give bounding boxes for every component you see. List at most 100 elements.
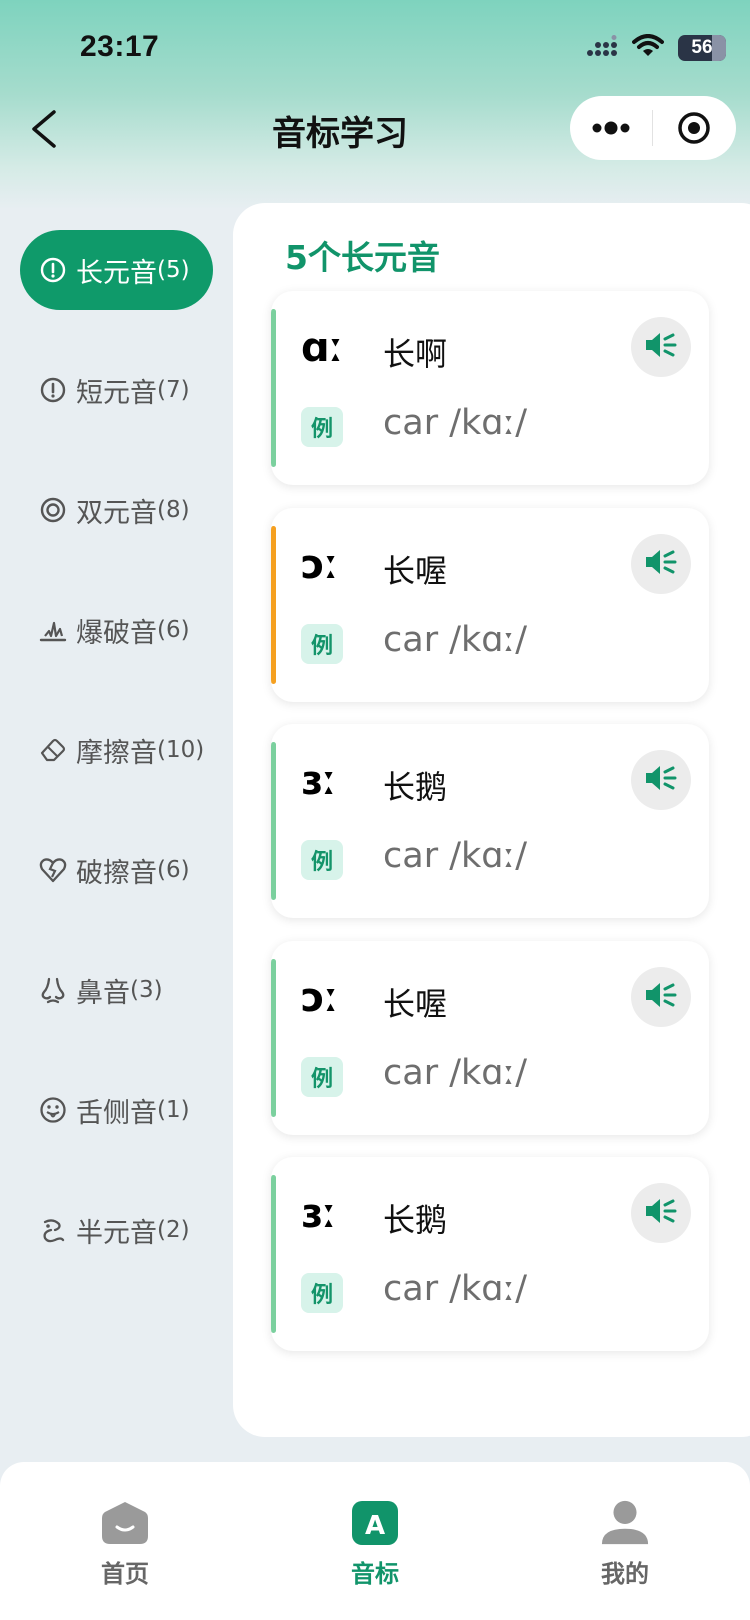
phonetic-name: 长喔 <box>383 984 448 1023</box>
close-mini-program-button[interactable] <box>653 96 735 160</box>
sidebar-item-label: 破擦音 <box>76 857 157 889</box>
sidebar-item-1[interactable]: 短元音 (7) <box>20 350 213 430</box>
battery-indicator: 56 <box>678 35 726 61</box>
play-sound-button[interactable] <box>631 966 691 1027</box>
phonetic-name: 长鹅 <box>383 768 448 806</box>
more-button[interactable] <box>570 96 652 160</box>
phonetic-symbol: ɑː <box>301 325 344 371</box>
phonetic-symbol: ɔː <box>301 974 339 1021</box>
sidebar-item-6[interactable]: 鼻音 (3) <box>20 950 213 1030</box>
phonetic-name: 长喔 <box>383 551 448 590</box>
sidebar-item-label: 舌侧音 <box>76 1097 157 1129</box>
example-tag: 例 <box>301 407 343 447</box>
tab-phonetics-label: 音标 <box>351 1560 399 1588</box>
phonetic-card[interactable]: ɜː 长鹅例 car /kɑː/ <box>271 1157 709 1351</box>
play-sound-button[interactable] <box>631 533 691 594</box>
content-panel: 5个长元音 ɑː 长啊例 car /kɑː/ɔː 长喔例 car /kɑː/ɜː 长鹅例 c… <box>233 203 750 1437</box>
card-accent-bar <box>271 525 276 684</box>
example-text: car /kɑː/ <box>383 403 528 443</box>
speaker-icon <box>644 1196 678 1230</box>
card-accent-bar <box>271 742 276 900</box>
tab-home[interactable]: 首页 <box>0 1462 250 1620</box>
phonetic-a-icon: A <box>350 1498 400 1548</box>
sidebar-item-label: 短元音 <box>76 377 157 409</box>
example-tag: 例 <box>301 623 343 664</box>
sidebar-item-count: (3) <box>130 977 163 1003</box>
target-circle-icon <box>678 112 710 144</box>
phonetic-name: 长啊 <box>383 335 448 373</box>
sidebar-item-count: (2) <box>157 1217 190 1243</box>
sidebar-item-3[interactable]: 爆破音 (6) <box>20 590 213 670</box>
home-icon <box>100 1498 150 1548</box>
tab-profile[interactable]: 我的 <box>500 1462 750 1620</box>
phonetic-symbol: ɜː <box>301 1191 337 1237</box>
section-title: 5个长元音 <box>285 238 440 277</box>
category-sidebar: 长元音 (5) 短元音 (7) 双元音 (8) 爆破音 (6) 摩擦音 (10) 破擦音 (6) 鼻音(… <box>0 230 232 1310</box>
double-ring-icon <box>38 495 68 525</box>
speaker-icon <box>644 763 678 797</box>
sidebar-item-count: (8) <box>157 497 190 523</box>
example-text: car /kɑː/ <box>383 1269 528 1309</box>
tab-profile-label: 我的 <box>601 1560 649 1588</box>
example-tag: 例 <box>301 1273 343 1313</box>
play-sound-button[interactable] <box>631 317 691 377</box>
speaker-icon <box>644 980 678 1014</box>
more-dots-icon <box>592 121 630 135</box>
card-accent-bar <box>271 958 276 1117</box>
half-vowel-icon <box>38 1215 68 1245</box>
status-time: 23:17 <box>80 30 160 63</box>
tab-bar: 首页 A 音标 我的 <box>0 1462 750 1620</box>
svg-text:A: A <box>365 1511 385 1541</box>
mini-program-capsule <box>570 96 736 160</box>
sidebar-item-label: 摩擦音 <box>76 737 157 769</box>
card-accent-bar <box>271 309 276 467</box>
sidebar-item-7[interactable]: 舌侧音 (1) <box>20 1070 213 1150</box>
sidebar-item-2[interactable]: 双元音 (8) <box>20 470 213 550</box>
sidebar-item-label: 半元音 <box>76 1217 157 1249</box>
example-text: car /kɑː/ <box>383 1052 528 1093</box>
phonetic-card[interactable]: ɜː 长鹅例 car /kɑː/ <box>271 724 709 918</box>
phonetic-symbol: ɜː <box>301 758 337 804</box>
user-icon <box>600 1498 650 1548</box>
signal-icon <box>586 35 618 61</box>
explosion-icon <box>38 615 68 645</box>
card-accent-bar <box>271 1175 276 1333</box>
play-sound-button[interactable] <box>631 1183 691 1243</box>
sidebar-item-count: (6) <box>157 857 190 883</box>
sidebar-item-label: 爆破音 <box>76 617 157 649</box>
info-circle-icon <box>38 375 68 405</box>
speaker-icon <box>644 547 678 581</box>
eraser-icon <box>38 735 68 765</box>
wifi-icon <box>632 34 664 62</box>
sidebar-item-count: (6) <box>157 617 190 643</box>
phonetic-card[interactable]: ɑː 长啊例 car /kɑː/ <box>271 291 709 485</box>
status-bar: 23:17 56 <box>0 0 750 100</box>
tab-phonetics[interactable]: A 音标 <box>250 1462 500 1620</box>
tab-home-label: 首页 <box>101 1560 149 1588</box>
speaker-icon <box>644 330 678 364</box>
example-tag: 例 <box>301 840 343 880</box>
sidebar-item-count: (1) <box>157 1097 190 1123</box>
example-text: car /kɑː/ <box>383 836 528 876</box>
sidebar-item-4[interactable]: 摩擦音 (10) <box>20 710 213 790</box>
sidebar-item-label: 双元音 <box>76 497 157 529</box>
sidebar-item-count: (10) <box>157 737 205 763</box>
sidebar-item-5[interactable]: 破擦音 (6) <box>20 830 213 910</box>
sidebar-item-label: 鼻音 <box>76 977 130 1009</box>
phonetic-card[interactable]: ɔː 长喔例 car /kɑː/ <box>271 940 709 1135</box>
sidebar-item-count: (7) <box>157 377 190 403</box>
example-tag: 例 <box>301 1056 343 1097</box>
info-circle-icon <box>38 255 68 285</box>
broken-heart-icon <box>38 855 68 885</box>
phonetic-name: 长鹅 <box>383 1201 448 1239</box>
tongue-face-icon <box>38 1095 68 1125</box>
sidebar-item-count: (5) <box>157 257 190 283</box>
nav-bar: 音标学习 <box>0 96 750 166</box>
sidebar-item-8[interactable]: 半元音 (2) <box>20 1190 213 1270</box>
phonetic-symbol: ɔː <box>301 541 339 588</box>
play-sound-button[interactable] <box>631 750 691 810</box>
phonetic-card[interactable]: ɔː 长喔例 car /kɑː/ <box>271 507 709 702</box>
sidebar-item-0[interactable]: 长元音 (5) <box>20 230 213 310</box>
status-icons: 56 <box>586 34 726 62</box>
example-text: car /kɑː/ <box>383 619 528 660</box>
